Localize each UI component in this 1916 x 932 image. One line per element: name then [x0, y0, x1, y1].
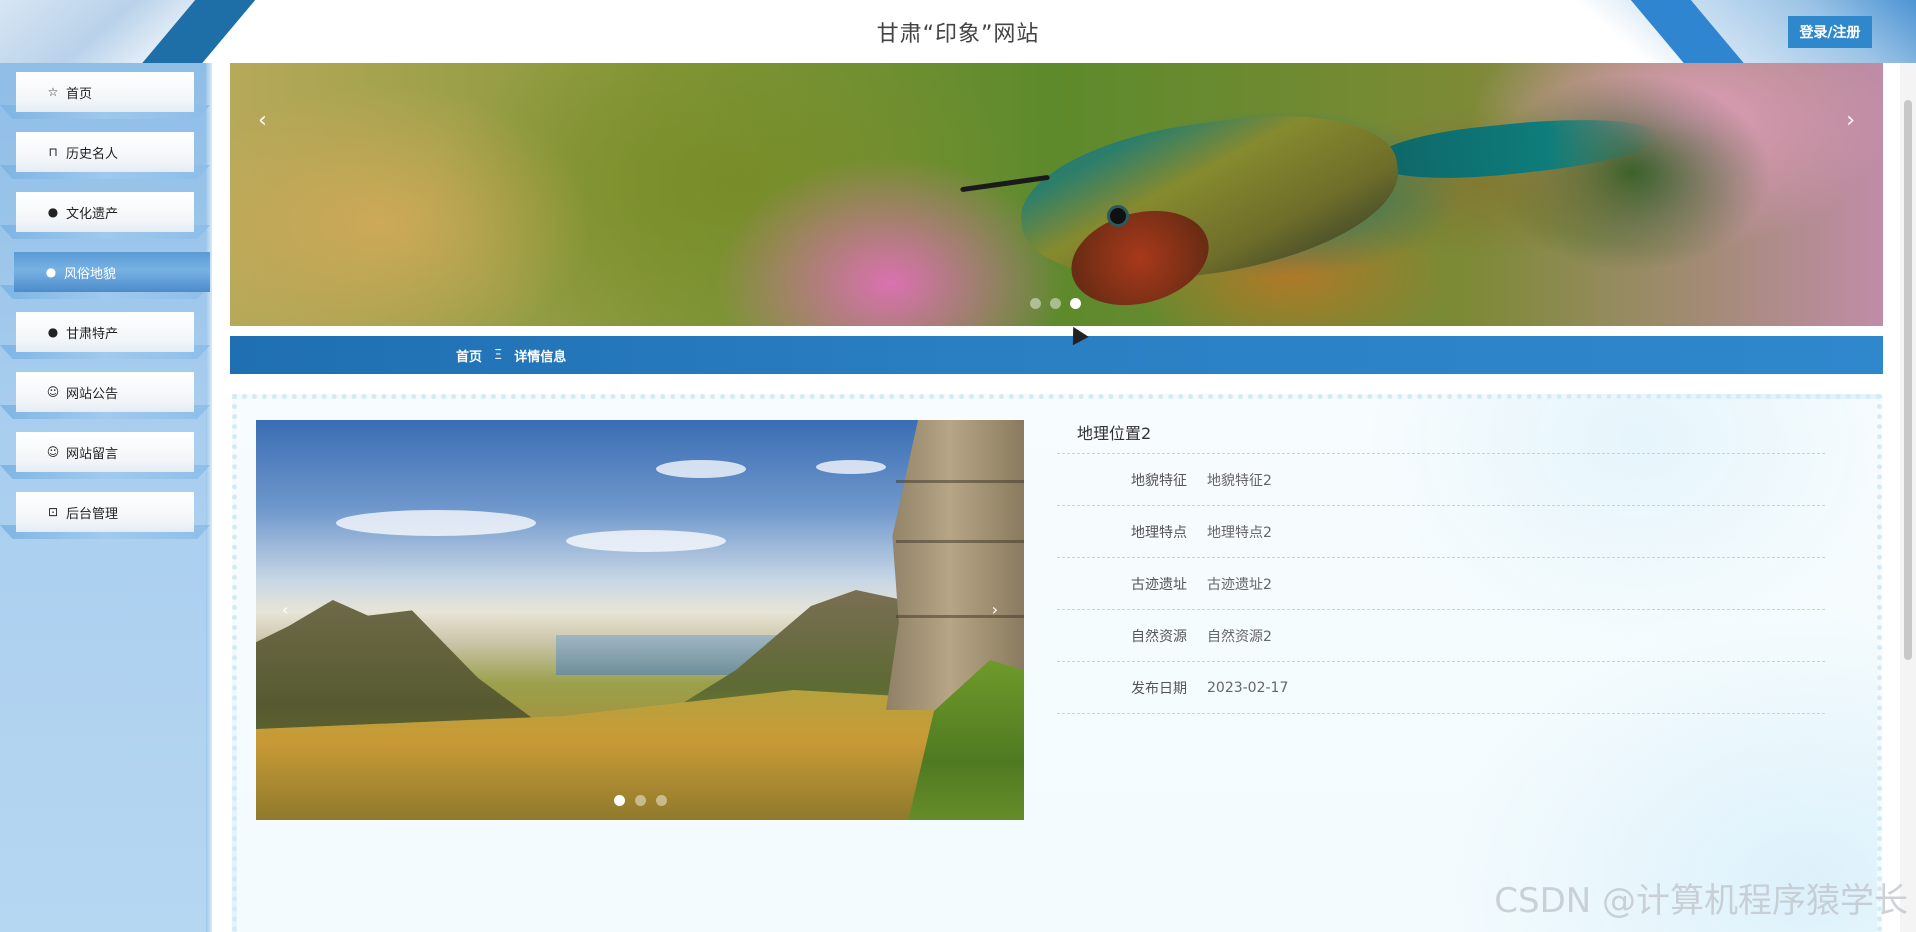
scrollbar-thumb[interactable]: [1904, 100, 1912, 660]
photo-rock-crack: [896, 480, 1024, 483]
detail-row: 发布日期 2023-02-17: [1057, 662, 1825, 714]
smile-icon: ☺: [46, 385, 60, 399]
photo-dot-active[interactable]: [614, 795, 625, 806]
detail-row-label: 发布日期: [1131, 680, 1187, 697]
login-register-button[interactable]: 登录/注册: [1788, 16, 1872, 48]
circle-icon: ●: [45, 265, 57, 279]
gift-icon: ⊡: [47, 505, 59, 519]
detail-row-label: 地貌特征: [1131, 472, 1187, 489]
sidebar-item-customs-landforms[interactable]: ● 风俗地貌: [14, 252, 210, 292]
page-scrollbar[interactable]: [1900, 0, 1916, 932]
banner-prev-arrow-icon[interactable]: ‹: [258, 108, 267, 133]
breadcrumb-separator-icon: Ξ: [494, 347, 503, 363]
detail-info: 地理位置2 地貌特征 地貌特征2 地理特点 地理特点2 古迹遗址 古迹遗址2 自…: [1057, 420, 1825, 714]
star-icon: ☆: [47, 85, 59, 99]
photo-dot[interactable]: [635, 795, 646, 806]
sidebar-item-label: 风俗地貌: [64, 266, 117, 282]
photo-cloud: [816, 460, 886, 474]
sidebar-edge: [206, 63, 212, 932]
watermark: CSDN @计算机程序猿学长: [1494, 881, 1908, 921]
detail-row-value: 地理特点2: [1207, 524, 1272, 541]
sidebar: ☆ 首页 ⊓ 历史名人 ● 文化遗产 ● 风俗地貌 ● 甘肃特产 ☺ 网站公告 …: [0, 63, 212, 932]
photo-dot[interactable]: [656, 795, 667, 806]
site-title: 甘肃“印象”网站: [876, 22, 1040, 47]
sidebar-item-home[interactable]: ☆ 首页: [16, 72, 194, 112]
sidebar-item-cultural-heritage[interactable]: ● 文化遗产: [16, 192, 194, 232]
breadcrumb-current: 详情信息: [514, 349, 567, 365]
banner-dot-active[interactable]: [1070, 298, 1081, 309]
photo-cloud: [656, 460, 746, 478]
detail-row-value: 自然资源2: [1207, 628, 1272, 645]
photo-next-arrow-icon[interactable]: ›: [992, 600, 998, 619]
detail-photo-carousel[interactable]: ‹ ›: [256, 420, 1024, 820]
photo-pagination: [614, 795, 667, 806]
detail-row-value: 古迹遗址2: [1207, 576, 1272, 593]
photo-rock-crack: [896, 615, 1024, 618]
info-circle-icon: ●: [47, 325, 59, 339]
sidebar-item-label: 甘肃特产: [66, 326, 119, 342]
breadcrumb: 首页 Ξ 详情信息: [230, 336, 1883, 374]
bag-icon: ⊓: [48, 145, 58, 159]
banner-dot[interactable]: [1050, 298, 1061, 309]
sidebar-item-label: 后台管理: [66, 506, 119, 522]
photo-cloud: [336, 510, 536, 536]
photo-cloud: [566, 530, 726, 552]
detail-row: 地理特点 地理特点2: [1057, 506, 1825, 558]
sidebar-item-label: 历史名人: [66, 146, 119, 162]
sidebar-item-specialties[interactable]: ● 甘肃特产: [16, 312, 194, 352]
detail-row-value: 2023-02-17: [1207, 679, 1289, 696]
banner-carousel[interactable]: ‹ ›: [230, 63, 1883, 326]
photo-prev-arrow-icon[interactable]: ‹: [282, 600, 288, 619]
sidebar-item-label: 网站留言: [66, 446, 119, 462]
banner-pagination: [1030, 298, 1081, 309]
breadcrumb-home-link[interactable]: 首页: [456, 346, 482, 365]
smile-outline-icon: ☺: [46, 445, 60, 459]
sidebar-item-label: 网站公告: [66, 386, 119, 402]
sidebar-item-historical-figures[interactable]: ⊓ 历史名人: [16, 132, 194, 172]
detail-row: 自然资源 自然资源2: [1057, 610, 1825, 662]
sidebar-item-label: 首页: [66, 86, 93, 102]
banner-next-arrow-icon[interactable]: ›: [1846, 108, 1855, 133]
exclamation-circle-icon: ●: [47, 205, 59, 219]
detail-row-label: 古迹遗址: [1131, 576, 1187, 593]
banner-image-bird-eye: [1107, 205, 1129, 227]
banner-image-bird-tail: [1378, 108, 1662, 188]
sidebar-item-label: 文化遗产: [66, 206, 119, 222]
top-header: 甘肃“印象”网站 登录/注册: [0, 0, 1916, 63]
sidebar-item-announcements[interactable]: ☺ 网站公告: [16, 372, 194, 412]
detail-row-label: 地理特点: [1131, 524, 1187, 541]
sidebar-item-admin[interactable]: ⊡ 后台管理: [16, 492, 194, 532]
detail-row-label: 自然资源: [1131, 628, 1187, 645]
detail-title: 地理位置2: [1057, 420, 1825, 454]
detail-row: 古迹遗址 古迹遗址2: [1057, 558, 1825, 610]
sidebar-item-messages[interactable]: ☺ 网站留言: [16, 432, 194, 472]
photo-rock-crack: [896, 540, 1024, 543]
detail-row: 地貌特征 地貌特征2: [1057, 454, 1825, 506]
banner-dot[interactable]: [1030, 298, 1041, 309]
detail-row-value: 地貌特征2: [1207, 472, 1272, 489]
